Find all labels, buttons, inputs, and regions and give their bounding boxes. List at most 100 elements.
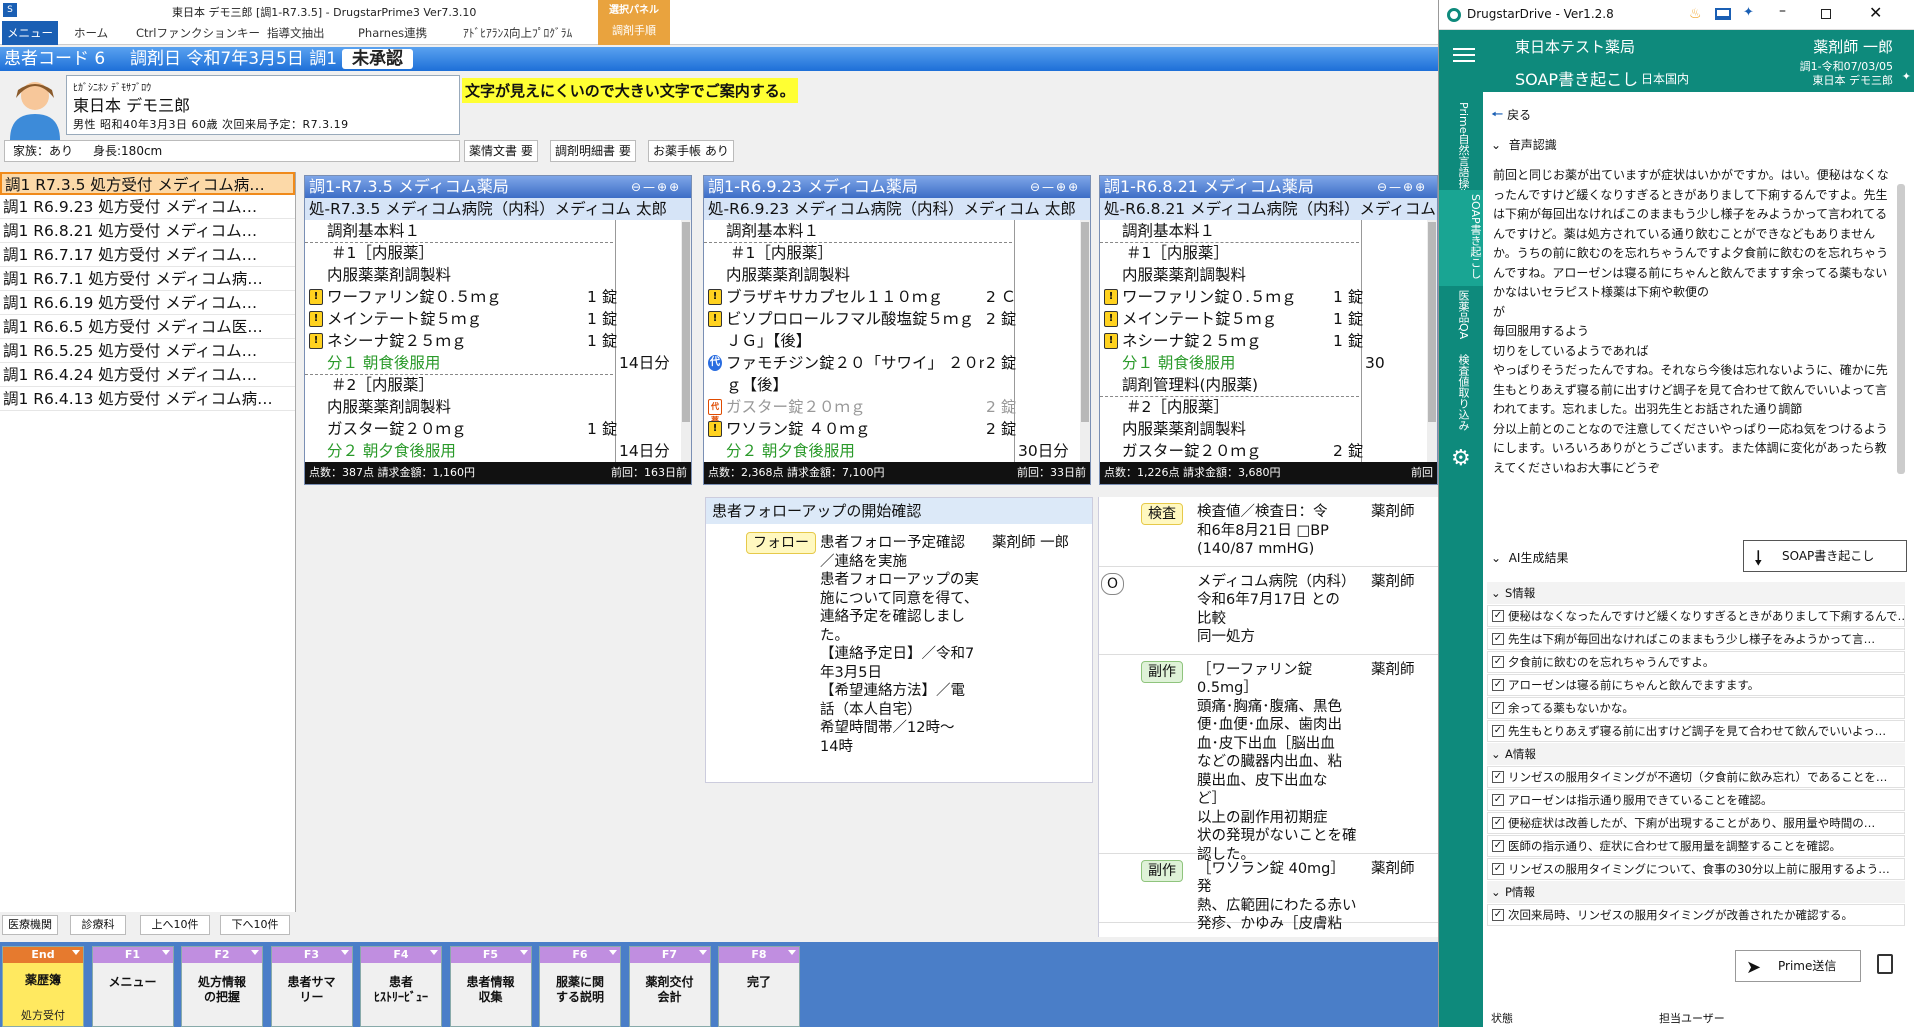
card-controls[interactable]: ⊖—⊕⊕: [631, 179, 687, 195]
ai-result-item[interactable]: ✓ 便秘症状は改善したが、下痢が出現することがあり、服用量や時間の…: [1487, 812, 1905, 834]
history-row[interactable]: 調1 R6.5.25 処方受付 メディコム…: [0, 340, 295, 363]
pin-header-icon[interactable]: ✦: [1902, 70, 1911, 83]
department-button[interactable]: 診療科: [70, 915, 126, 935]
checkbox-checked[interactable]: ✓: [1492, 909, 1504, 921]
function-key-f8[interactable]: F8 完了: [718, 946, 800, 1027]
medical-institution-button[interactable]: 医療機関: [2, 915, 58, 935]
tab-menu[interactable]: メニュー: [2, 21, 58, 45]
up-10-button[interactable]: 上へ10件: [140, 915, 210, 935]
prescription-card[interactable]: 調1-R6.9.23 メディコム薬局 ⊖—⊕⊕ 処-R6.9.23 メディコム病院（…: [703, 175, 1091, 485]
function-key-f7[interactable]: F7 薬剤交付 会計: [628, 946, 711, 1027]
checkbox-checked[interactable]: ✓: [1492, 771, 1504, 783]
soap-note-tag[interactable]: O: [1101, 572, 1125, 595]
down-10-button[interactable]: 下へ10件: [220, 915, 290, 935]
function-key-end[interactable]: End 薬歴簿 処方受付: [2, 946, 84, 1027]
ai-result-item[interactable]: ✓ リンゼスの服用タイミングが不適切（夕食前に飲み忘れ）であることを…: [1487, 766, 1905, 788]
pin-icon[interactable]: ✦: [1743, 5, 1754, 20]
tab-ctrl-function-keys[interactable]: Ctrlファンクションキー: [128, 21, 268, 45]
history-row[interactable]: 調1 R6.6.5 処方受付 メディコム医…: [0, 316, 295, 339]
ai-result-item[interactable]: ✓ 夕食前に飲むのを忘れちゃうんですよ。: [1487, 651, 1905, 673]
history-row[interactable]: 調1 R6.4.24 処方受付 メディコム…: [0, 364, 295, 387]
history-row[interactable]: 調1 R6.7.1 処方受付 メディコム病…: [0, 268, 295, 291]
history-row[interactable]: 調1 R6.6.19 処方受付 メディコム…: [0, 292, 295, 315]
history-row[interactable]: 調1 R6.4.13 処方受付 メディコム病…: [0, 388, 295, 411]
maximize-icon[interactable]: [1821, 9, 1831, 19]
history-row[interactable]: 調1 R7.3.5 処方受付 メディコム病…: [0, 172, 295, 195]
rail-natural-language[interactable]: Prime自然言語操作: [1451, 102, 1471, 200]
card-scroll-thumb[interactable]: [682, 222, 690, 422]
medication-notebook-chip[interactable]: お薬手帳 あり: [648, 140, 734, 162]
checkbox-checked[interactable]: ✓: [1492, 863, 1504, 875]
ai-section-header[interactable]: ⌄ A情報: [1487, 743, 1905, 765]
ai-section-header[interactable]: ⌄ P情報: [1487, 881, 1905, 903]
function-key-action: 患者 ﾋｽﾄﾘｰﾋﾞｭｰ: [373, 975, 428, 1004]
checkbox-checked[interactable]: ✓: [1492, 656, 1504, 668]
tab-dispensing-procedure[interactable]: 選択パネル 調剤手順: [598, 0, 670, 45]
ai-result-item[interactable]: ✓ 余ってる薬もないかな。: [1487, 697, 1905, 719]
function-key-f6[interactable]: F6 服薬に関 する説明: [539, 946, 621, 1027]
rail-lab-import[interactable]: 検査値取り込み: [1451, 354, 1471, 431]
history-row[interactable]: 調1 R6.8.21 処方受付 メディコム…: [0, 220, 295, 243]
checkbox-checked[interactable]: ✓: [1492, 794, 1504, 806]
soap-note-tag[interactable]: 副作: [1141, 859, 1183, 882]
card-scroll-thumb[interactable]: [1428, 222, 1436, 422]
voice-section-header[interactable]: ⌄ 音声認識: [1491, 136, 1557, 153]
prescription-card[interactable]: 調1-R7.3.5 メディコム薬局 ⊖—⊕⊕ 処-R7.3.5 メディコム病院（内科…: [304, 175, 692, 485]
gear-icon[interactable]: ⚙: [1451, 446, 1471, 471]
card-scrollbar[interactable]: [1427, 220, 1437, 464]
bell-icon[interactable]: ♨: [1689, 6, 1702, 22]
close-icon[interactable]: ✕: [1869, 3, 1882, 22]
ai-result-item[interactable]: ✓ 先生もとりあえず寝る前に出すけど調子を見て合わせて飲んでいいよっ…: [1487, 720, 1905, 742]
dispensing-statement-chip[interactable]: 調剤明細書 要: [550, 140, 636, 162]
drug-line: ＪＧ」【後】: [726, 332, 812, 350]
ai-result-item[interactable]: ✓ アローゼンは寝る前にちゃんと飲んでますます。: [1487, 674, 1905, 696]
checkbox-checked[interactable]: ✓: [1492, 633, 1504, 645]
ai-result-item[interactable]: ✓ リンゼスの服用タイミングについて、食事の30分以上前に服用するよう…: [1487, 858, 1905, 880]
card-scrollbar[interactable]: [1080, 220, 1090, 464]
hamburger-icon[interactable]: [1453, 48, 1475, 62]
ai-result-item[interactable]: ✓ 医師の指示通り、症状に合わせて服用量を調整することを確認。: [1487, 835, 1905, 857]
card-controls[interactable]: ⊖—⊕⊕: [1377, 179, 1433, 195]
soap-note-tag[interactable]: 副作: [1141, 660, 1183, 683]
history-row[interactable]: 調1 R6.7.17 処方受付 メディコム…: [0, 244, 295, 267]
checkbox-checked[interactable]: ✓: [1492, 817, 1504, 829]
tab-adherence[interactable]: ｱﾄﾞﾋｱﾗﾝｽ向上ﾌﾟﾛｸﾞﾗﾑ: [455, 21, 580, 45]
function-key-f2[interactable]: F2 処方情報 の把握: [181, 946, 263, 1027]
checkbox-checked[interactable]: ✓: [1492, 679, 1504, 691]
drug-info-doc-chip[interactable]: 薬情文書 要: [464, 140, 538, 162]
ai-result-item[interactable]: ✓ 先生は下痢が毎回出なければこのままもう少し様子をみようかって言…: [1487, 628, 1905, 650]
function-key-f5[interactable]: F5 患者情報 収集: [449, 946, 532, 1027]
history-row[interactable]: 調1 R6.9.23 処方受付 メディコム…: [0, 196, 295, 219]
ai-result-item[interactable]: ✓ 便秘はなくなったんですけど緩くなりすぎるときがありまして下痢するんで…: [1487, 605, 1905, 627]
rail-drug-qa[interactable]: 医薬品QA: [1451, 290, 1471, 339]
card-controls[interactable]: ⊖—⊕⊕: [1030, 179, 1086, 195]
ai-result-item[interactable]: ✓ アローゼンは指示通り服用できていることを確認。: [1487, 789, 1905, 811]
ai-result-item[interactable]: ✓ 次回来局時、リンゼスの服用タイミングが改善されたか確認する。: [1487, 904, 1905, 926]
checkbox-checked[interactable]: ✓: [1492, 610, 1504, 622]
voice-scrollbar[interactable]: [1897, 184, 1905, 474]
ai-section-header[interactable]: ⌄ S情報: [1487, 582, 1905, 604]
prime-send-button[interactable]: ➤ Prime送信: [1735, 950, 1861, 982]
card-scrollbar[interactable]: [681, 220, 691, 464]
soap-note-tag[interactable]: 検査: [1141, 503, 1183, 525]
prescription-card[interactable]: 調1-R6.8.21 メディコム薬局 ⊖—⊕⊕ 処-R6.8.21 メディコム病院（…: [1099, 175, 1438, 485]
rail-soap-transcription[interactable]: SOAP書き起こし: [1439, 190, 1483, 286]
copy-icon[interactable]: [1877, 954, 1893, 974]
checkbox-checked[interactable]: ✓: [1492, 840, 1504, 852]
followup-tag[interactable]: フォロー: [746, 532, 816, 554]
checkbox-checked[interactable]: ✓: [1492, 725, 1504, 737]
ai-section-header[interactable]: ⌄ AI生成結果: [1491, 549, 1568, 566]
function-key-f3[interactable]: F3 患者サマ リー: [270, 946, 353, 1027]
checkbox-checked[interactable]: ✓: [1492, 702, 1504, 714]
voice-transcript[interactable]: 前回と同じお薬が出ていますが症状はいかがですか。はい。便秘はなくなったんですけど…: [1493, 166, 1893, 526]
back-link[interactable]: 🠔 戻る: [1491, 104, 1531, 128]
screen-icon[interactable]: [1715, 8, 1731, 20]
function-key-f1[interactable]: F1 メニュー: [91, 946, 174, 1027]
tab-pharnes[interactable]: Pharnes連携: [350, 21, 435, 45]
minimize-icon[interactable]: –: [1779, 3, 1786, 19]
soap-transcribe-button[interactable]: 🠗 SOAP書き起こし: [1743, 540, 1907, 572]
tab-home[interactable]: ホーム: [66, 21, 116, 45]
card-scroll-thumb[interactable]: [1081, 222, 1089, 422]
function-key-f4[interactable]: F4 患者 ﾋｽﾄﾘｰﾋﾞｭｰ: [360, 946, 442, 1027]
tab-guidance-extract[interactable]: 指導文抽出: [259, 21, 333, 45]
